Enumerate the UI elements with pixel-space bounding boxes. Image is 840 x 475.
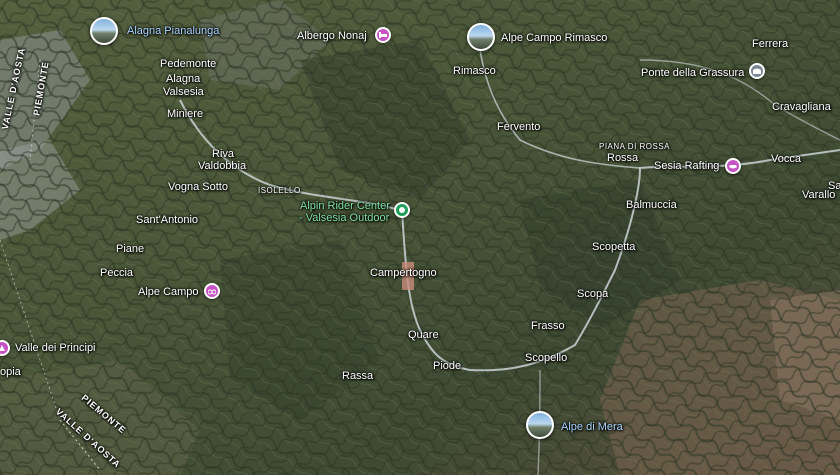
place-label[interactable]: Alpe di Mera <box>561 421 623 434</box>
place-label[interactable]: Vogna Sotto <box>168 181 228 194</box>
place-label[interactable]: Alpe Campo <box>138 286 199 299</box>
rafting-pin-icon[interactable] <box>725 158 741 174</box>
place-label[interactable]: Cravagliana <box>772 101 831 114</box>
place-label[interactable]: Fervento <box>497 121 540 134</box>
place-label[interactable]: Rassa <box>342 370 373 383</box>
place-label[interactable]: Peccia <box>100 267 133 280</box>
place-label[interactable]: PIANA DI ROSSA <box>599 142 670 152</box>
place-label[interactable]: Sesia Rafting <box>654 160 719 173</box>
place-label[interactable]: Pedemonte <box>160 58 216 71</box>
place-label[interactable]: Vocca <box>771 153 801 166</box>
map-canvas[interactable]: VALLE D'AOSTA PIEMONTE PIEMONTE VALLE D'… <box>0 0 840 475</box>
place-label[interactable]: ISOLELLO <box>258 186 301 196</box>
landmark-pin-icon[interactable] <box>749 63 765 79</box>
place-label[interactable]: Frasso <box>531 320 565 333</box>
place-label[interactable]: Alpe Campo Rimasco <box>501 32 607 45</box>
alpe-campo-rimasco-photo-pin[interactable] <box>467 23 495 51</box>
place-label[interactable]: Scopetta <box>592 241 635 254</box>
place-label[interactable]: Campertogno <box>370 267 437 280</box>
bike-pin-icon[interactable] <box>204 283 220 299</box>
place-label[interactable]: Quare <box>408 329 439 342</box>
place-label[interactable]: Alagna <box>166 73 200 86</box>
hotel-pin-icon[interactable] <box>375 27 391 43</box>
place-label[interactable]: Varallo <box>802 189 835 202</box>
place-label[interactable]: Ponte della Grassura <box>641 67 744 80</box>
place-label[interactable]: Miniere <box>167 108 203 121</box>
place-label[interactable]: - Valsesia Outdoor <box>299 212 389 225</box>
place-label[interactable]: Rimasco <box>453 65 496 78</box>
place-label[interactable]: Piode <box>433 360 461 373</box>
alpe-di-mera-photo-pin[interactable] <box>526 411 554 439</box>
place-label[interactable]: Valdobbia <box>198 160 246 173</box>
attraction-pin-icon[interactable] <box>394 202 410 218</box>
place-label[interactable]: Balmuccia <box>626 199 677 212</box>
place-label[interactable]: Valsesia <box>163 86 204 99</box>
place-label[interactable]: opia <box>0 366 21 379</box>
place-label[interactable]: Scopa <box>577 288 608 301</box>
place-label[interactable]: Scopello <box>525 352 567 365</box>
place-label[interactable]: Ferrera <box>752 38 788 51</box>
place-label[interactable]: Piane <box>116 243 144 256</box>
alagna-pianalunga-photo-pin[interactable] <box>90 17 118 45</box>
place-label[interactable]: Albergo Nonaj <box>297 30 367 43</box>
place-label[interactable]: Sant'Antonio <box>136 214 198 227</box>
place-label[interactable]: Valle dei Principi <box>15 342 96 355</box>
place-label[interactable]: Alagna Pianalunga <box>127 25 219 38</box>
place-label[interactable]: Rossa <box>607 152 638 165</box>
